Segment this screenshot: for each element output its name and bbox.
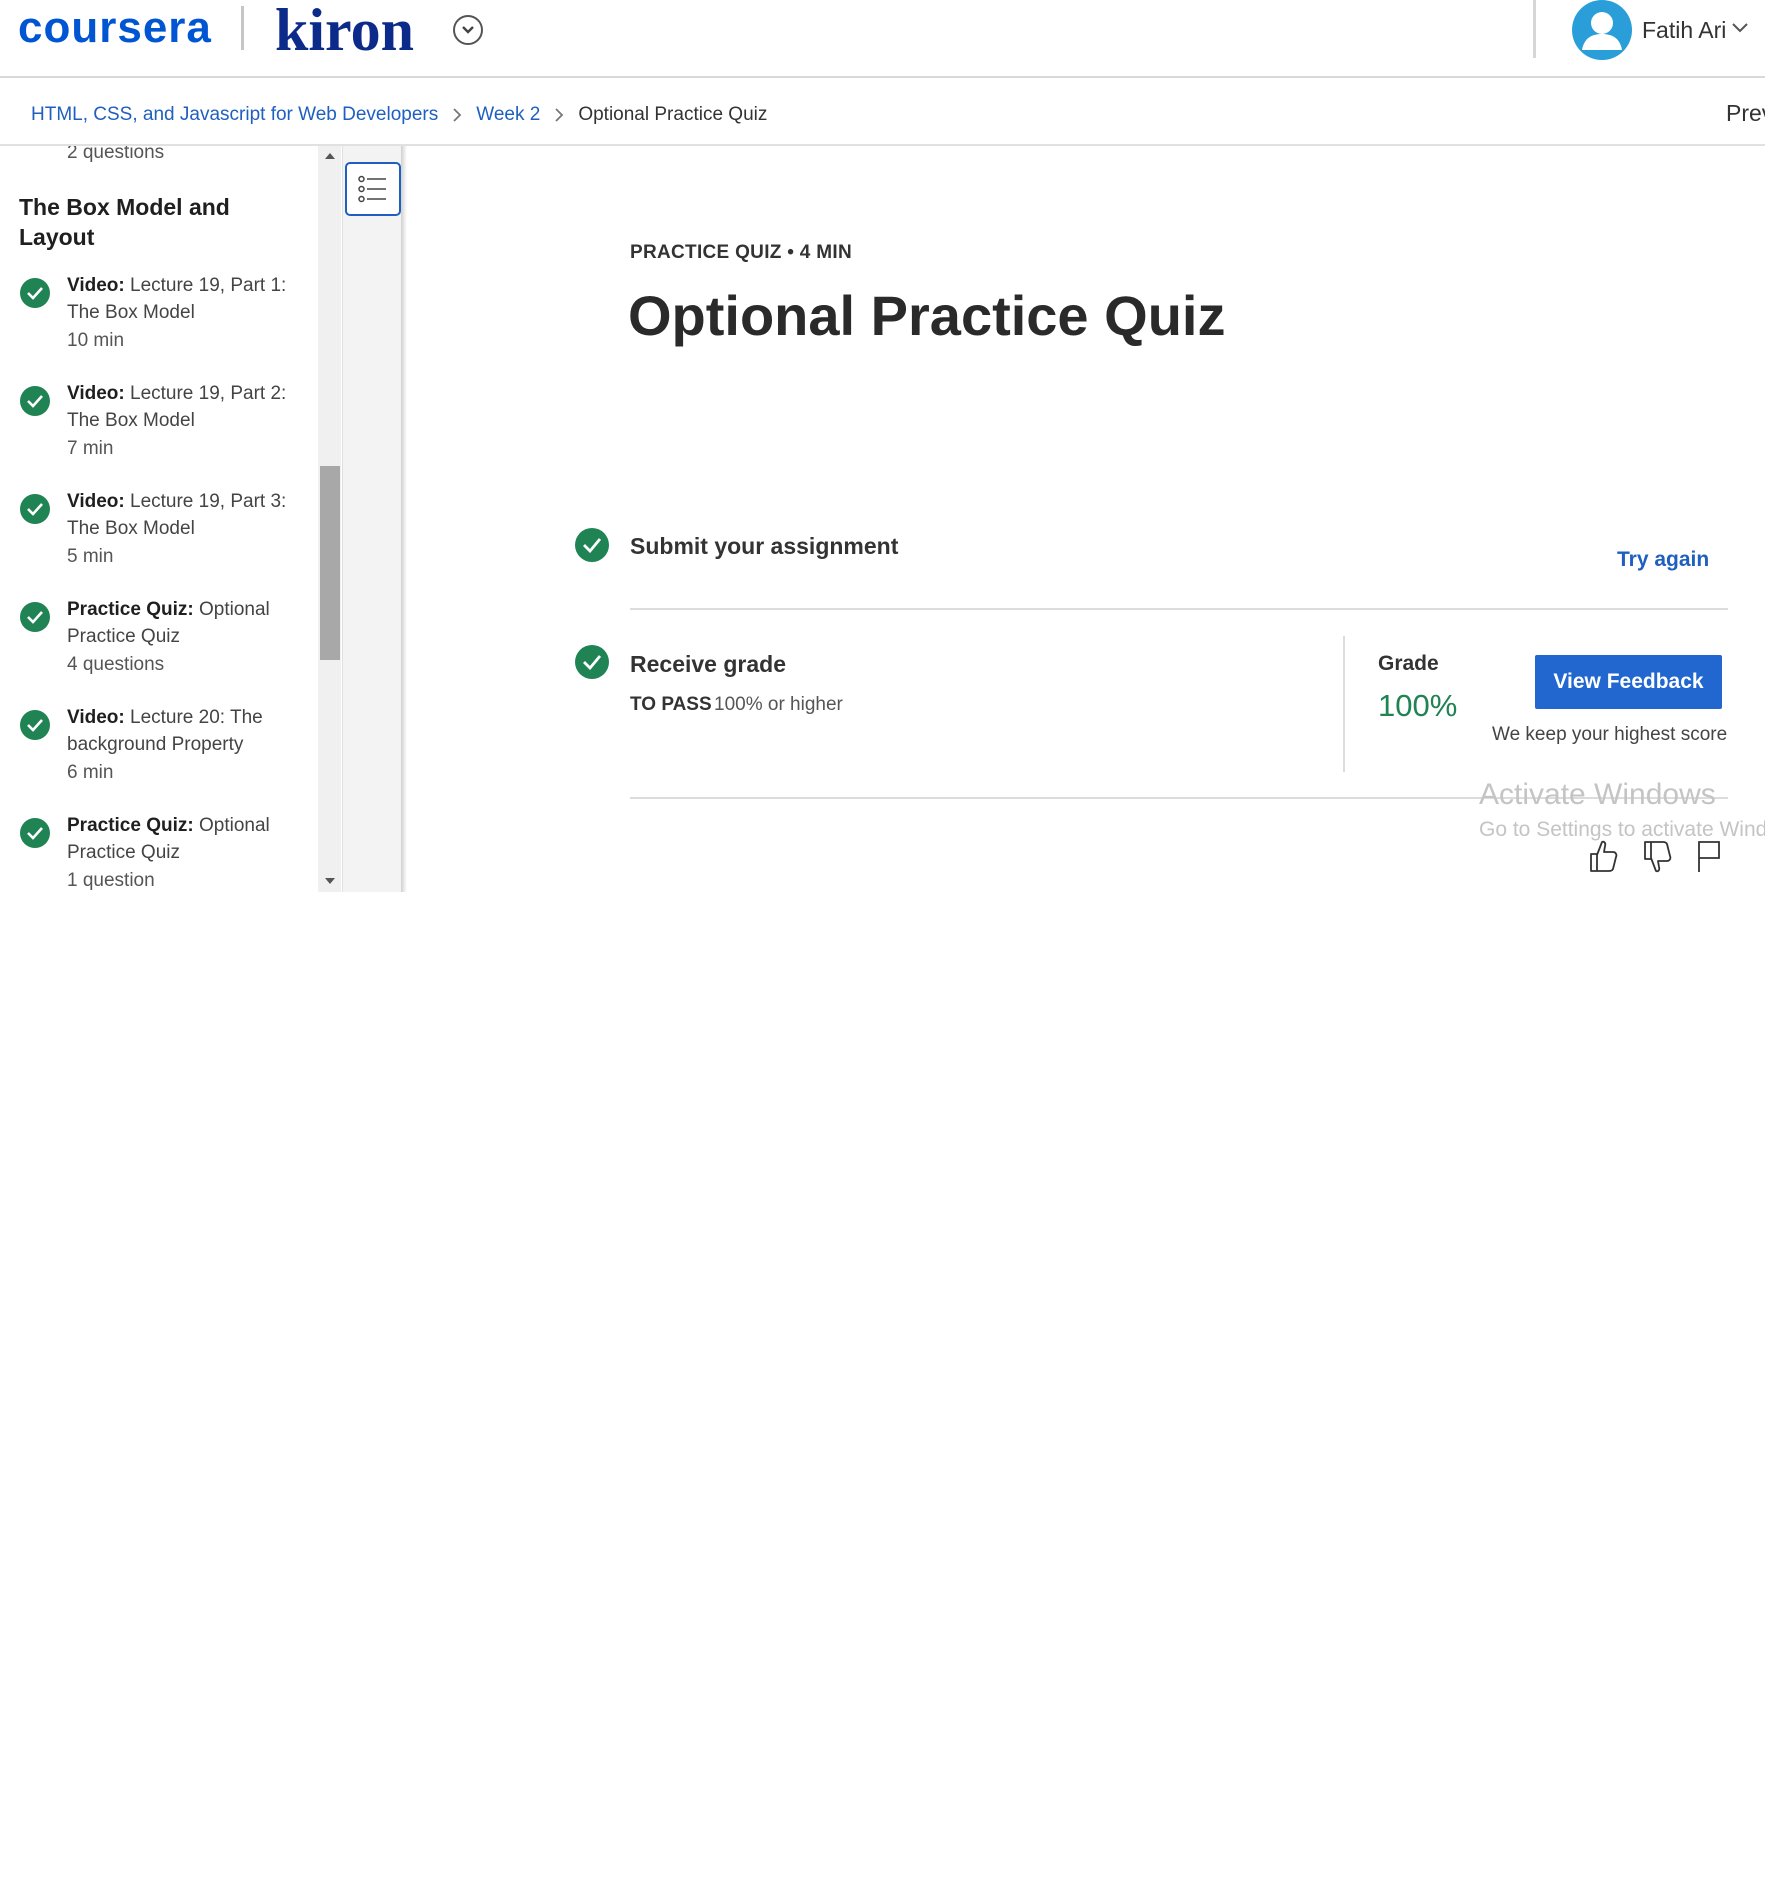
sidebar-item-label: Video: Lecture 19, Part 1: The Box Model <box>67 272 297 326</box>
item-meta: 10 min <box>67 330 125 351</box>
user-icon <box>1582 12 1622 50</box>
chevron-right-icon <box>554 107 564 123</box>
sidebar-section-title: The Box Model and Layout <box>19 194 230 250</box>
grade-label: Grade <box>1378 652 1439 675</box>
highest-score-note: We keep your highest score <box>1492 724 1728 745</box>
prev-link[interactable]: Prev <box>1726 100 1765 127</box>
item-type: Video: <box>67 707 125 728</box>
partner-logo[interactable]: kiron <box>275 0 414 60</box>
chevron-right-icon <box>452 107 462 123</box>
item-meta: 1 question <box>67 870 155 891</box>
sidebar-item-meta: 2 questions <box>67 146 165 163</box>
page: coursera kiron Fatih Ari HTML, CSS, and … <box>0 0 1765 1900</box>
user-name[interactable]: Fatih Ari <box>1642 17 1726 44</box>
item-meta: 6 min <box>67 762 114 783</box>
list-icon <box>358 175 386 203</box>
step-complete-check-icon <box>575 645 609 679</box>
item-type: Video: <box>67 491 125 512</box>
completed-check-icon <box>20 386 50 416</box>
completed-check-icon <box>20 818 50 848</box>
sidebar-item-label: Video: Lecture 19, Part 2: The Box Model <box>67 380 297 434</box>
try-again-link[interactable]: Try again <box>1617 548 1709 572</box>
breadcrumb-week-link[interactable]: Week 2 <box>476 104 540 126</box>
flag-icon[interactable] <box>1695 838 1723 874</box>
to-pass-label: TO PASS <box>630 694 712 715</box>
course-outline-sidebar: 2 questions The Box Model and Layout Vid… <box>0 146 318 892</box>
receive-grade-title: Receive grade <box>630 651 786 677</box>
item-type: Video: <box>67 275 125 296</box>
user-avatar[interactable] <box>1572 0 1632 60</box>
grade-value: 100% <box>1378 688 1458 723</box>
completed-check-icon <box>20 602 50 632</box>
item-meta: 4 questions <box>67 654 165 675</box>
header-divider <box>1533 0 1536 58</box>
quiz-kicker: PRACTICE QUIZ • 4 MIN <box>630 242 852 263</box>
scroll-down-arrow-icon[interactable] <box>323 876 337 886</box>
sidebar-item-label: Practice Quiz: Optional Practice Quiz <box>67 596 297 650</box>
coursera-logo[interactable]: coursera <box>18 6 212 50</box>
item-meta: 5 min <box>67 546 114 567</box>
item-type: Practice Quiz: <box>67 815 194 836</box>
top-header: coursera kiron Fatih Ari <box>0 0 1765 78</box>
grade-divider <box>1343 636 1345 772</box>
item-meta: 7 min <box>67 438 114 459</box>
logo-divider <box>241 6 244 50</box>
item-type: Practice Quiz: <box>67 599 194 620</box>
completed-check-icon <box>20 710 50 740</box>
outline-toggle-panel <box>342 146 403 892</box>
chevron-down-icon <box>462 26 474 34</box>
panel-shadow <box>401 146 407 892</box>
divider <box>630 608 1728 610</box>
sidebar-scrollbar-thumb[interactable] <box>320 466 340 660</box>
sidebar-item-label: Video: Lecture 20: The background Proper… <box>67 704 297 758</box>
activate-windows-watermark: Activate Windows <box>1479 778 1716 811</box>
scroll-up-arrow-icon[interactable] <box>323 151 337 161</box>
view-feedback-button[interactable]: View Feedback <box>1535 655 1722 709</box>
step-complete-check-icon <box>575 528 609 562</box>
user-menu-chevron-icon[interactable] <box>1731 22 1749 34</box>
sidebar-item-label: Video: Lecture 19, Part 3: The Box Model <box>67 488 297 542</box>
breadcrumb-course-link[interactable]: HTML, CSS, and Javascript for Web Develo… <box>31 104 438 126</box>
to-pass-value: 100% or higher <box>714 694 843 715</box>
activate-windows-subtitle: Go to Settings to activate Windows. <box>1479 818 1765 841</box>
item-type: Video: <box>67 383 125 404</box>
thumbs-down-icon[interactable] <box>1641 838 1673 874</box>
thumbs-up-icon[interactable] <box>1587 838 1619 874</box>
partner-dropdown-button[interactable] <box>453 15 483 45</box>
sidebar-item-label: Practice Quiz: Optional Practice Quiz <box>67 812 297 866</box>
breadcrumb-current: Optional Practice Quiz <box>578 104 768 125</box>
completed-check-icon <box>20 494 50 524</box>
outline-toggle-button[interactable] <box>345 162 401 216</box>
submit-step-title: Submit your assignment <box>630 533 899 559</box>
page-title: Optional Practice Quiz <box>628 284 1226 347</box>
completed-check-icon <box>20 278 50 308</box>
breadcrumb: HTML, CSS, and Javascript for Web Develo… <box>31 100 767 130</box>
